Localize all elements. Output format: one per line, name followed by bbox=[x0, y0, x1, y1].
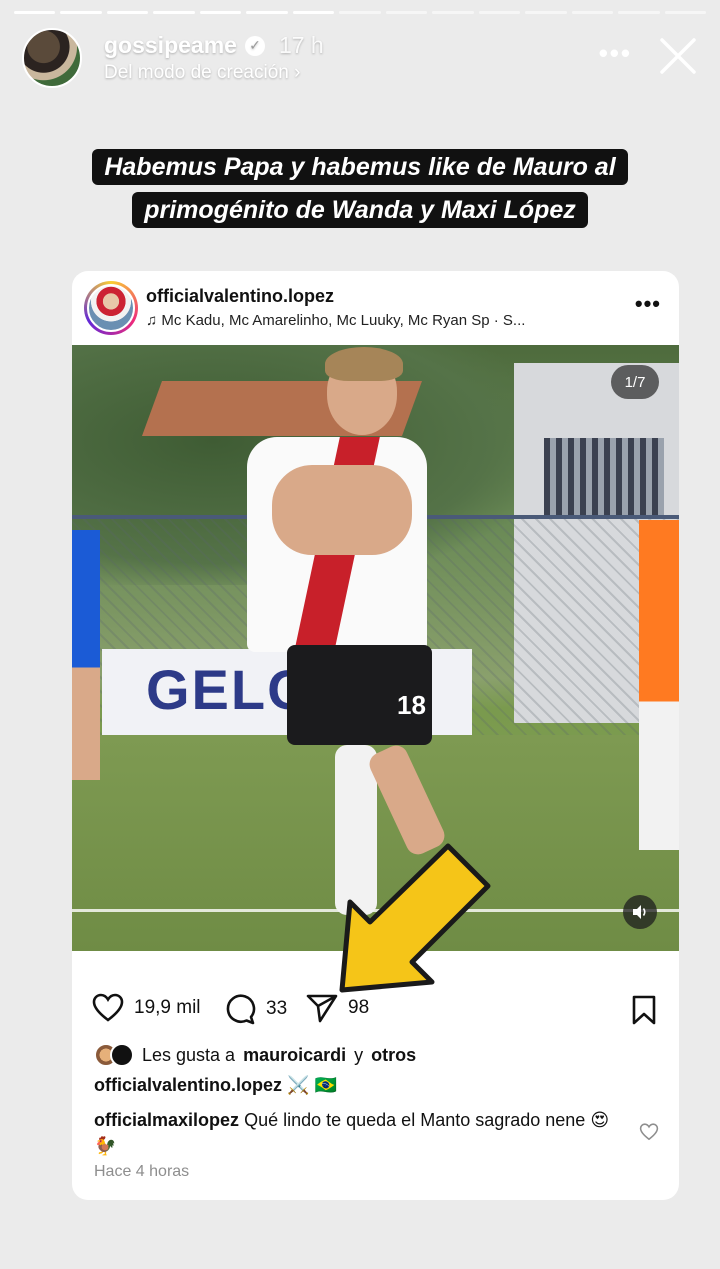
story-user-row[interactable]: gossipeame ✓ 17 h bbox=[104, 32, 324, 59]
volume-icon[interactable] bbox=[623, 895, 657, 929]
comment-username[interactable]: officialmaxilopez bbox=[94, 1110, 239, 1130]
caption-emoji: ⚔️ 🇧🇷 bbox=[287, 1075, 337, 1095]
story-progress-bars bbox=[14, 11, 707, 14]
progress-segment bbox=[385, 11, 428, 14]
likes-count: 19,9 mil bbox=[134, 997, 201, 1018]
story-time: 17 h bbox=[278, 32, 324, 58]
post-username[interactable]: officialvalentino.lopez bbox=[146, 286, 334, 307]
photo-right-player bbox=[639, 520, 679, 850]
post-timestamp: Hace 4 horas bbox=[94, 1163, 190, 1180]
comment: officialmaxilopez Qué lindo te queda el … bbox=[94, 1107, 614, 1159]
liker-avatar bbox=[110, 1043, 134, 1067]
progress-segment bbox=[106, 11, 149, 14]
progress-segment bbox=[618, 11, 660, 14]
creation-mode-link[interactable]: Del modo de creación › bbox=[104, 62, 300, 84]
liked-by-middle: y bbox=[354, 1044, 364, 1065]
liked-by-row[interactable]: Les gusta a mauroicardi y otros bbox=[94, 1043, 416, 1067]
post-music[interactable]: ♫ Mc Kadu, Mc Amarelinho, Mc Luuky, Mc R… bbox=[146, 312, 525, 329]
verified-badge-icon: ✓ bbox=[244, 35, 265, 56]
progress-segment bbox=[60, 11, 102, 14]
progress-segment bbox=[199, 11, 242, 14]
progress-segment bbox=[339, 11, 381, 14]
arrow-pointer-icon bbox=[339, 843, 491, 993]
comment-icon bbox=[226, 994, 256, 1025]
progress-segment bbox=[14, 11, 56, 14]
jersey-number: 18 bbox=[397, 690, 426, 720]
caption-username[interactable]: officialvalentino.lopez bbox=[94, 1075, 282, 1095]
shared-post-card[interactable]: officialvalentino.lopez ♫ Mc Kadu, Mc Am… bbox=[72, 271, 679, 1200]
post-avatar[interactable] bbox=[84, 281, 138, 335]
close-icon[interactable] bbox=[658, 36, 698, 76]
progress-segment bbox=[432, 11, 474, 14]
liked-by-others[interactable]: otros bbox=[371, 1045, 416, 1066]
liker-avatars bbox=[94, 1043, 134, 1067]
comment-button[interactable]: 33 bbox=[224, 993, 287, 1025]
post-more-icon[interactable]: ••• bbox=[635, 291, 661, 317]
post-caption: officialvalentino.lopez ⚔️ 🇧🇷 bbox=[94, 1075, 337, 1096]
bookmark-icon[interactable] bbox=[631, 995, 657, 1025]
shares-count: 98 bbox=[348, 997, 370, 1018]
progress-segment bbox=[478, 11, 521, 14]
post-music-text: Mc Kadu, Mc Amarelinho, Mc Luuky, Mc Rya… bbox=[161, 312, 526, 329]
liked-by-user[interactable]: mauroicardi bbox=[243, 1045, 346, 1066]
story-header: gossipeame ✓ 17 h Del modo de creación ›… bbox=[22, 26, 698, 90]
story-headline: Habemus Papa y habemus like de Mauro al … bbox=[0, 146, 720, 232]
music-note-icon: ♫ bbox=[146, 312, 158, 329]
like-button[interactable]: 19,9 mil bbox=[92, 993, 201, 1023]
comments-count: 33 bbox=[266, 998, 288, 1019]
story-username[interactable]: gossipeame bbox=[104, 32, 237, 59]
send-icon bbox=[306, 994, 338, 1023]
heart-icon bbox=[92, 993, 124, 1022]
photo-left-player bbox=[72, 530, 100, 780]
more-horizontal-icon[interactable]: ••• bbox=[599, 38, 632, 69]
progress-segment bbox=[664, 11, 707, 14]
carousel-counter: 1/7 bbox=[611, 365, 659, 399]
progress-segment bbox=[246, 11, 288, 14]
progress-segment bbox=[525, 11, 567, 14]
progress-segment bbox=[292, 11, 335, 14]
progress-segment bbox=[571, 11, 614, 14]
post-header: officialvalentino.lopez ♫ Mc Kadu, Mc Am… bbox=[72, 271, 679, 345]
headline-line-2: primogénito de Wanda y Maxi López bbox=[132, 192, 588, 228]
liked-by-prefix: Les gusta a bbox=[142, 1044, 236, 1065]
story-avatar[interactable] bbox=[22, 28, 82, 88]
progress-segment bbox=[153, 11, 195, 14]
headline-line-1: Habemus Papa y habemus like de Mauro al bbox=[92, 149, 628, 185]
comment-heart-icon[interactable] bbox=[639, 1123, 659, 1141]
photo-main-player: 18 bbox=[247, 345, 449, 925]
